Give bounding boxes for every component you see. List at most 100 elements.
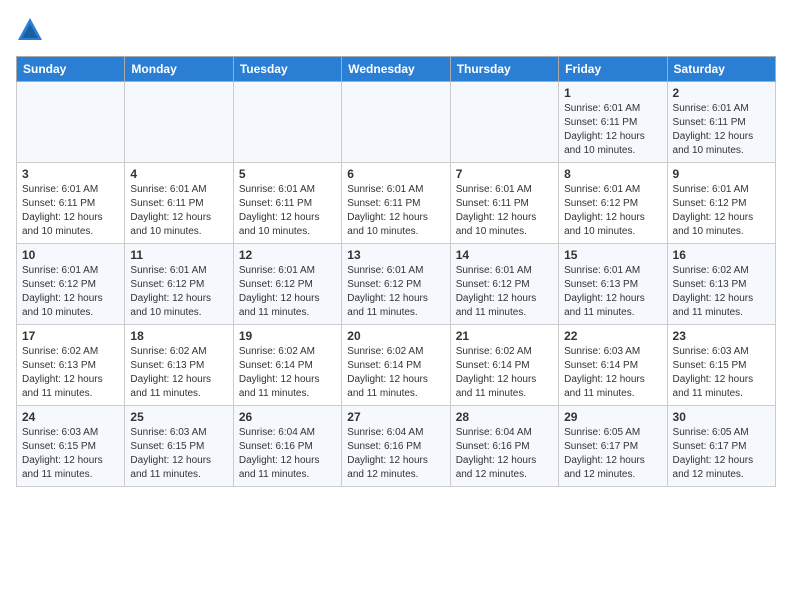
calendar-header-friday: Friday <box>559 57 667 82</box>
day-info: Sunrise: 6:01 AM Sunset: 6:12 PM Dayligh… <box>456 264 553 320</box>
calendar-cell: 20 Sunrise: 6:02 AM Sunset: 6:14 PM Dayli… <box>342 325 450 406</box>
day-number: 4 <box>130 167 227 181</box>
day-number: 12 <box>239 248 336 262</box>
day-number: 6 <box>347 167 444 181</box>
calendar-cell: 14 Sunrise: 6:01 AM Sunset: 6:12 PM Dayli… <box>450 244 558 325</box>
calendar-cell: 15 Sunrise: 6:01 AM Sunset: 6:13 PM Dayli… <box>559 244 667 325</box>
calendar-cell: 3 Sunrise: 6:01 AM Sunset: 6:11 PM Daylig… <box>17 163 125 244</box>
calendar-week-row: 3 Sunrise: 6:01 AM Sunset: 6:11 PM Daylig… <box>17 163 776 244</box>
day-number: 5 <box>239 167 336 181</box>
day-info: Sunrise: 6:03 AM Sunset: 6:14 PM Dayligh… <box>564 345 661 401</box>
calendar-cell: 26Sunrise: 6:04 AM Sunset: 6:16 PM Dayli… <box>233 406 341 487</box>
day-number: 21 <box>456 329 553 343</box>
calendar-cell: 21 Sunrise: 6:02 AM Sunset: 6:14 PM Dayli… <box>450 325 558 406</box>
day-info: Sunrise: 6:02 AM Sunset: 6:14 PM Dayligh… <box>456 345 553 401</box>
day-number: 30 <box>673 410 770 424</box>
calendar-cell: 17 Sunrise: 6:02 AM Sunset: 6:13 PM Dayli… <box>17 325 125 406</box>
day-number: 7 <box>456 167 553 181</box>
calendar-cell: 4 Sunrise: 6:01 AM Sunset: 6:11 PM Daylig… <box>125 163 233 244</box>
day-info: Sunrise: 6:04 AM Sunset: 6:16 PM Dayligh… <box>456 426 553 482</box>
day-info: Sunrise: 6:01 AM Sunset: 6:13 PM Dayligh… <box>564 264 661 320</box>
calendar-cell <box>233 82 341 163</box>
day-number: 19 <box>239 329 336 343</box>
day-number: 23 <box>673 329 770 343</box>
day-info: Sunrise: 6:01 AM Sunset: 6:11 PM Dayligh… <box>22 183 119 239</box>
day-info: Sunrise: 6:01 AM Sunset: 6:12 PM Dayligh… <box>564 183 661 239</box>
calendar-header-tuesday: Tuesday <box>233 57 341 82</box>
day-number: 27 <box>347 410 444 424</box>
day-info: Sunrise: 6:01 AM Sunset: 6:11 PM Dayligh… <box>347 183 444 239</box>
day-info: Sunrise: 6:01 AM Sunset: 6:11 PM Dayligh… <box>673 102 770 158</box>
day-number: 16 <box>673 248 770 262</box>
calendar-cell: 27 Sunrise: 6:04 AM Sunset: 6:16 PM Dayli… <box>342 406 450 487</box>
page-header <box>16 16 776 44</box>
day-info: Sunrise: 6:05 AM Sunset: 6:17 PM Dayligh… <box>673 426 770 482</box>
calendar-cell <box>125 82 233 163</box>
calendar-cell: 1Sunrise: 6:01 AM Sunset: 6:11 PM Daylig… <box>559 82 667 163</box>
calendar-cell: 9 Sunrise: 6:01 AM Sunset: 6:12 PM Daylig… <box>667 163 775 244</box>
calendar-cell: 7 Sunrise: 6:01 AM Sunset: 6:11 PM Daylig… <box>450 163 558 244</box>
day-info: Sunrise: 6:03 AM Sunset: 6:15 PM Dayligh… <box>130 426 227 482</box>
day-number: 3 <box>22 167 119 181</box>
day-info: Sunrise: 6:01 AM Sunset: 6:12 PM Dayligh… <box>239 264 336 320</box>
calendar-cell: 19Sunrise: 6:02 AM Sunset: 6:14 PM Dayli… <box>233 325 341 406</box>
calendar-cell: 6 Sunrise: 6:01 AM Sunset: 6:11 PM Daylig… <box>342 163 450 244</box>
day-number: 20 <box>347 329 444 343</box>
day-info: Sunrise: 6:03 AM Sunset: 6:15 PM Dayligh… <box>673 345 770 401</box>
day-number: 15 <box>564 248 661 262</box>
day-number: 9 <box>673 167 770 181</box>
calendar-header-thursday: Thursday <box>450 57 558 82</box>
day-number: 11 <box>130 248 227 262</box>
calendar-cell: 18 Sunrise: 6:02 AM Sunset: 6:13 PM Dayli… <box>125 325 233 406</box>
day-info: Sunrise: 6:01 AM Sunset: 6:12 PM Dayligh… <box>673 183 770 239</box>
day-number: 18 <box>130 329 227 343</box>
calendar-cell: 11 Sunrise: 6:01 AM Sunset: 6:12 PM Dayli… <box>125 244 233 325</box>
calendar-week-row: 24Sunrise: 6:03 AM Sunset: 6:15 PM Dayli… <box>17 406 776 487</box>
day-number: 8 <box>564 167 661 181</box>
day-info: Sunrise: 6:04 AM Sunset: 6:16 PM Dayligh… <box>239 426 336 482</box>
calendar-cell: 23 Sunrise: 6:03 AM Sunset: 6:15 PM Dayli… <box>667 325 775 406</box>
day-info: Sunrise: 6:01 AM Sunset: 6:12 PM Dayligh… <box>347 264 444 320</box>
day-number: 14 <box>456 248 553 262</box>
day-number: 13 <box>347 248 444 262</box>
calendar-cell <box>450 82 558 163</box>
calendar-header-saturday: Saturday <box>667 57 775 82</box>
day-number: 2 <box>673 86 770 100</box>
day-info: Sunrise: 6:05 AM Sunset: 6:17 PM Dayligh… <box>564 426 661 482</box>
calendar-week-row: 17 Sunrise: 6:02 AM Sunset: 6:13 PM Dayli… <box>17 325 776 406</box>
day-info: Sunrise: 6:02 AM Sunset: 6:13 PM Dayligh… <box>130 345 227 401</box>
day-number: 22 <box>564 329 661 343</box>
calendar-header-row: SundayMondayTuesdayWednesdayThursdayFrid… <box>17 57 776 82</box>
calendar-table: SundayMondayTuesdayWednesdayThursdayFrid… <box>16 56 776 487</box>
day-info: Sunrise: 6:04 AM Sunset: 6:16 PM Dayligh… <box>347 426 444 482</box>
day-number: 10 <box>22 248 119 262</box>
calendar-cell: 29 Sunrise: 6:05 AM Sunset: 6:17 PM Dayli… <box>559 406 667 487</box>
day-number: 17 <box>22 329 119 343</box>
calendar-header-wednesday: Wednesday <box>342 57 450 82</box>
calendar-week-row: 10 Sunrise: 6:01 AM Sunset: 6:12 PM Dayli… <box>17 244 776 325</box>
day-number: 29 <box>564 410 661 424</box>
calendar-cell: 5 Sunrise: 6:01 AM Sunset: 6:11 PM Daylig… <box>233 163 341 244</box>
day-info: Sunrise: 6:02 AM Sunset: 6:13 PM Dayligh… <box>22 345 119 401</box>
day-info: Sunrise: 6:01 AM Sunset: 6:12 PM Dayligh… <box>22 264 119 320</box>
day-info: Sunrise: 6:01 AM Sunset: 6:11 PM Dayligh… <box>456 183 553 239</box>
calendar-cell: 25Sunrise: 6:03 AM Sunset: 6:15 PM Dayli… <box>125 406 233 487</box>
calendar-week-row: 1 Sunrise: 6:01 AM Sunset: 6:11 PM Daylig… <box>17 82 776 163</box>
day-info: Sunrise: 6:01 AM Sunset: 6:11 PM Dayligh… <box>239 183 336 239</box>
day-info: Sunrise: 6:01 AM Sunset: 6:12 PM Dayligh… <box>130 264 227 320</box>
calendar-cell: 10 Sunrise: 6:01 AM Sunset: 6:12 PM Dayli… <box>17 244 125 325</box>
calendar-cell: 2 Sunrise: 6:01 AM Sunset: 6:11 PM Daylig… <box>667 82 775 163</box>
calendar-header-sunday: Sunday <box>17 57 125 82</box>
calendar-header-monday: Monday <box>125 57 233 82</box>
calendar-cell <box>17 82 125 163</box>
calendar-cell: 22 Sunrise: 6:03 AM Sunset: 6:14 PM Dayli… <box>559 325 667 406</box>
day-info: Sunrise: 6:01 AM Sunset: 6:11 PM Dayligh… <box>130 183 227 239</box>
calendar-cell: 30 Sunrise: 6:05 AM Sunset: 6:17 PM Dayli… <box>667 406 775 487</box>
logo-icon <box>16 16 44 44</box>
calendar-cell: 13 Sunrise: 6:01 AM Sunset: 6:12 PM Dayli… <box>342 244 450 325</box>
logo <box>16 16 46 44</box>
day-number: 1 <box>564 86 661 100</box>
day-info: Sunrise: 6:02 AM Sunset: 6:14 PM Dayligh… <box>347 345 444 401</box>
calendar-cell: 28Sunrise: 6:04 AM Sunset: 6:16 PM Dayli… <box>450 406 558 487</box>
calendar-cell: 12 Sunrise: 6:01 AM Sunset: 6:12 PM Dayli… <box>233 244 341 325</box>
